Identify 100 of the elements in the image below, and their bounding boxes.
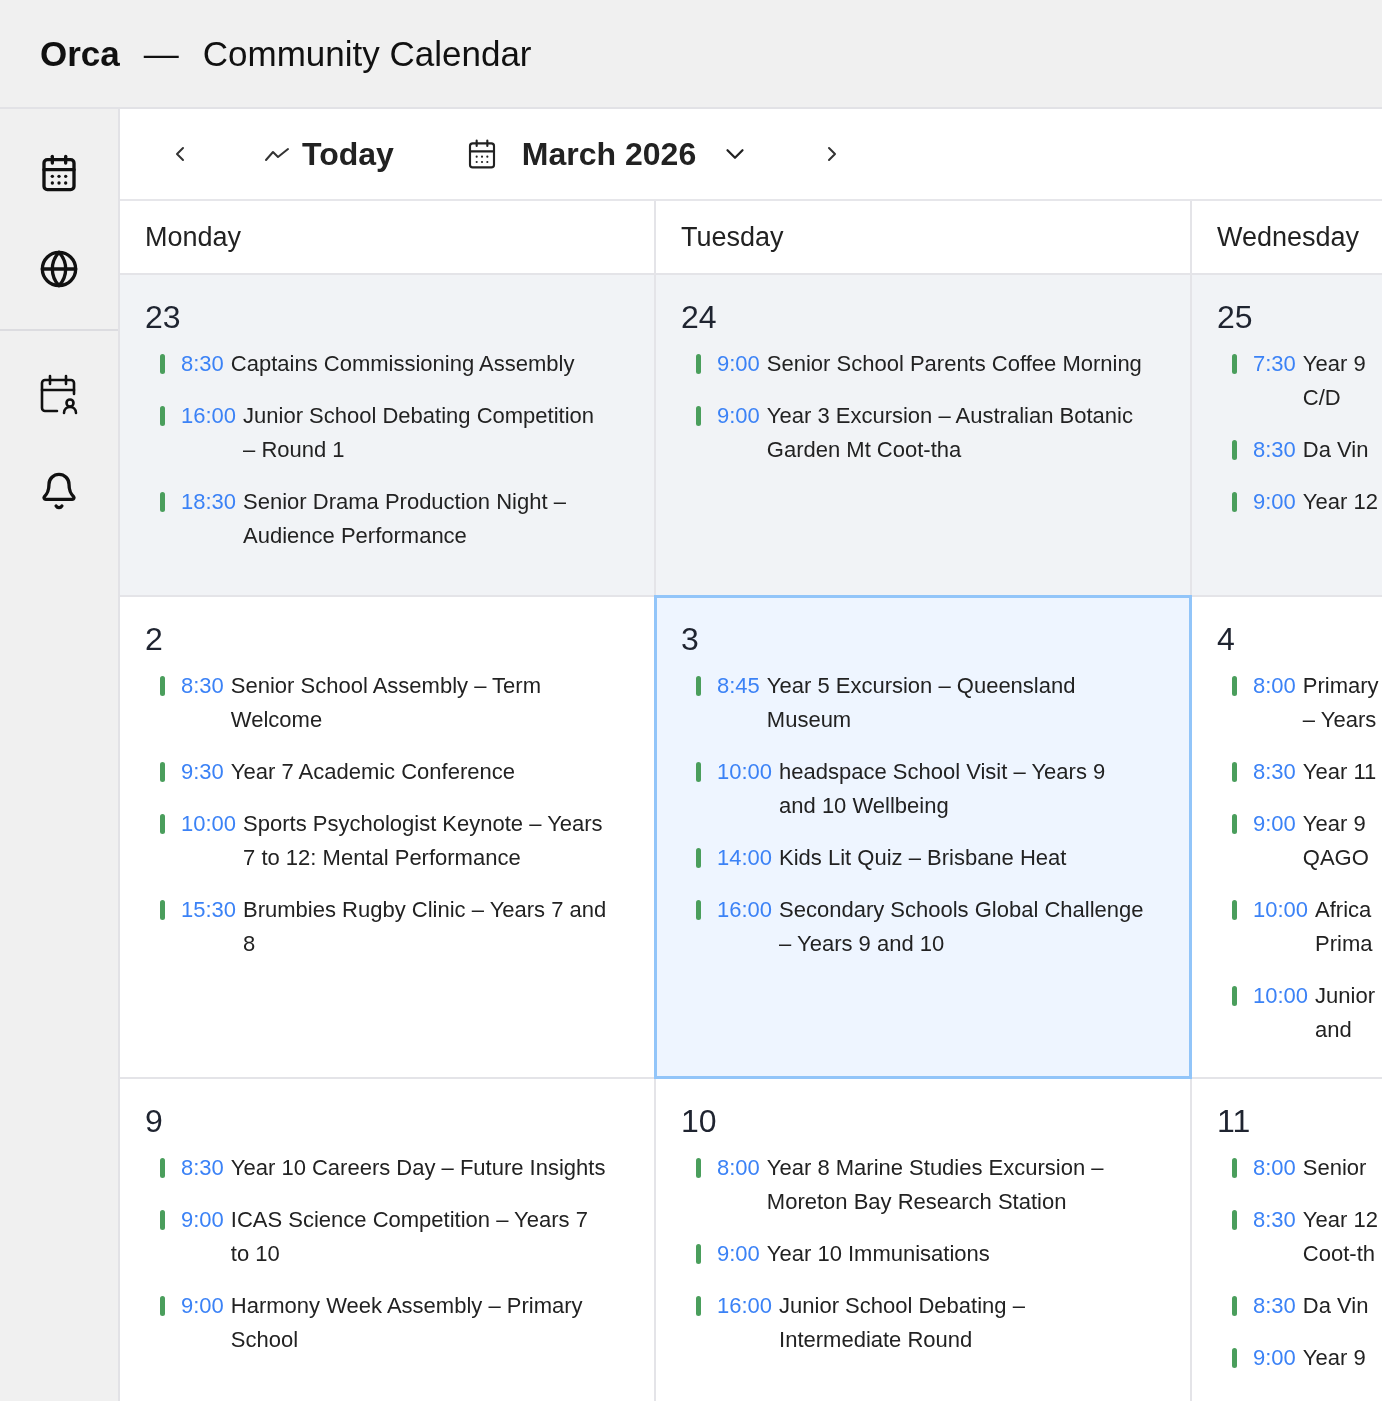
event-marker — [696, 406, 701, 426]
event-title[interactable]: Captains Commissioning Assembly — [230, 347, 575, 381]
day-cell[interactable]: 10 8:00 Year 8 Marine Studies Excursion – Moreton Bay Research Station 9:00 Year 10 Immunisations 16:00 Junior School Debating – Intermediate Round — [656, 1079, 1190, 1401]
event-title[interactable]: Year 10 Immunisations — [766, 1237, 990, 1271]
day-cell[interactable]: 25 7:30 Year 9 C/D 8:30 Da Vin 9:00 Year 12 — [1192, 275, 1382, 595]
event-time[interactable]: 15:30 — [181, 893, 237, 927]
day-cell[interactable]: 24 9:00 Senior School Parents Coffee Morning 9:00 Year 3 Excursion – Australian Botanic Garden Mt Coot-tha — [656, 275, 1190, 595]
event-title[interactable]: Harmony Week Assembly – Primary School — [230, 1289, 610, 1357]
day-cell[interactable]: 3 8:45 Year 5 Excursion – Queensland Museum 10:00 headspace School Visit – Years 9 and 10 Wellbeing 14:00 Kids Lit Quiz – Brisbane Heat 16:00 Secondary Schools Global Challenge – Years 9 and 10 — [656, 597, 1190, 1077]
event-marker — [160, 1210, 165, 1230]
day-number: 24 — [681, 299, 718, 335]
event-title[interactable]: Year 12 Coot-th — [1302, 1203, 1378, 1271]
event-marker — [160, 1158, 165, 1178]
event-time[interactable]: 9:30 — [181, 755, 224, 789]
event-title[interactable]: headspace School Visit – Years 9 and 10 Wellbeing — [779, 755, 1146, 823]
event-marker — [160, 676, 165, 696]
day-number: 23 — [145, 299, 182, 335]
event-title[interactable]: Junior and — [1315, 979, 1375, 1047]
event-title[interactable]: Year 3 Excursion – Australian Botanic Garden Mt Coot-tha — [766, 399, 1146, 467]
today-button[interactable]: Today — [264, 135, 394, 173]
event-title[interactable]: Year 7 Academic Conference — [230, 755, 515, 789]
event-marker — [1232, 814, 1237, 834]
event-marker — [160, 762, 165, 782]
event-title[interactable]: Senior School Parents Coffee Morning — [766, 347, 1142, 381]
day-cell[interactable]: 11 8:00 Senior 8:30 Year 12 Coot-th 8:30 Da Vin 9:00 Year 9 — [1192, 1079, 1382, 1401]
weekday-header: Tuesday — [656, 201, 1190, 273]
event-marker — [1232, 1158, 1237, 1178]
event-title[interactable]: Year 8 Marine Studies Excursion – Moreton Bay Research Station — [766, 1151, 1146, 1219]
app-title: Community Calendar — [202, 33, 532, 74]
event-marker — [696, 762, 701, 782]
notifications-icon[interactable] — [39, 471, 79, 511]
trend-line-icon — [264, 146, 290, 162]
event-marker — [1232, 676, 1237, 696]
app-name: Orca — [40, 33, 120, 74]
event-title[interactable]: Year 9 C/D — [1302, 347, 1366, 415]
event-title[interactable]: Sports Psychologist Keynote – Years 7 to 12: Mental Performance — [243, 807, 610, 875]
event-marker — [160, 406, 165, 426]
event-title[interactable]: Brumbies Rugby Clinic – Years 7 and 8 — [243, 893, 610, 961]
event-marker — [1232, 440, 1237, 460]
day-cell[interactable]: 4 8:00 Primary – Years 8:30 Year 11 9:00 Year 9 QAGO 10:00 Africa Prima 10:00 Junior and — [1192, 597, 1382, 1077]
event-time[interactable]: 16:00 — [717, 1289, 773, 1323]
event-title[interactable]: Year 9 — [1302, 1341, 1366, 1375]
day-number: 2 — [145, 621, 164, 657]
event-marker — [1232, 1348, 1237, 1368]
event-title[interactable]: Secondary Schools Global Challenge – Years 9 and 10 — [779, 893, 1146, 961]
event-time[interactable]: 9:00 — [181, 1289, 224, 1323]
day-cell[interactable]: 2 8:30 Senior School Assembly – Term Welcome 9:30 Year 7 Academic Conference 10:00 Sports Psychologist Keynote – Years 7 to 12: Mental Performance 15:30 Brumbies Rugby Clinic – Years 7 and 8 — [120, 597, 654, 1077]
event-time[interactable]: 9:00 — [717, 1237, 760, 1271]
event-title[interactable]: Junior School Debating Competition – Round 1 — [243, 399, 610, 467]
event-time[interactable]: 10:00 — [1253, 979, 1309, 1013]
event-title[interactable]: Year 11 — [1302, 755, 1377, 789]
event-time[interactable]: 8:30 — [1253, 1203, 1296, 1237]
month-picker[interactable]: March 2026 — [465, 135, 751, 173]
event-marker — [696, 1244, 701, 1264]
event-title[interactable]: Year 9 QAGO — [1302, 807, 1369, 875]
day-cell[interactable]: 23 8:30 Captains Commissioning Assembly 16:00 Junior School Debating Competition – Round 1 18:30 Senior Drama Production Night – Audience Performance — [120, 275, 654, 595]
event-marker — [1232, 762, 1237, 782]
day-number: 25 — [1217, 299, 1254, 335]
event-title[interactable]: Primary – Years — [1302, 669, 1379, 737]
event-time[interactable]: 9:00 — [181, 1203, 224, 1237]
event-title[interactable]: Da Vin — [1302, 433, 1369, 467]
event-marker — [696, 676, 701, 696]
event-time[interactable]: 10:00 — [181, 807, 237, 841]
event-marker — [1232, 1296, 1237, 1316]
event-marker — [1232, 354, 1237, 374]
event-time[interactable]: 8:00 — [1253, 1151, 1296, 1185]
event-title[interactable]: Junior School Debating – Intermediate Round — [779, 1289, 1146, 1357]
event-time[interactable]: 8:00 — [717, 1151, 760, 1185]
event-time[interactable]: 9:00 — [1253, 1341, 1296, 1375]
calendar-person-icon — [39, 374, 79, 416]
event-title[interactable]: Year 12 — [1302, 485, 1378, 519]
day-number: 4 — [1217, 621, 1236, 657]
event-marker — [696, 354, 701, 374]
event-time[interactable]: 8:30 — [1253, 1289, 1296, 1323]
day-cell[interactable]: 9 8:30 Year 10 Careers Day – Future Insights 9:00 ICAS Science Competition – Years 7 to 10 9:00 Harmony Week Assembly – Primary School — [120, 1079, 654, 1401]
globe-icon[interactable] — [39, 249, 79, 289]
event-time[interactable]: 8:30 — [181, 669, 224, 703]
day-number: 11 — [1217, 1103, 1252, 1139]
event-title[interactable]: Senior — [1302, 1151, 1367, 1185]
event-time[interactable]: 8:30 — [181, 1151, 224, 1185]
event-title[interactable]: Kids Lit Quiz – Brisbane Heat — [779, 841, 1067, 875]
event-title[interactable]: ICAS Science Competition – Years 7 to 10 — [230, 1203, 610, 1271]
event-title[interactable]: Da Vin — [1302, 1289, 1369, 1323]
event-time[interactable]: 8:30 — [1253, 755, 1296, 789]
calendar-icon[interactable] — [39, 153, 79, 193]
event-time[interactable]: 8:00 — [1253, 669, 1296, 703]
event-marker — [160, 354, 165, 374]
event-title[interactable]: Year 5 Excursion – Queensland Museum — [766, 669, 1146, 737]
event-marker — [1232, 1210, 1237, 1230]
event-marker — [696, 1158, 701, 1178]
event-title[interactable]: Senior School Assembly – Term Welcome — [230, 669, 610, 737]
event-time[interactable]: 9:00 — [1253, 807, 1296, 841]
event-marker — [696, 848, 701, 868]
calendar-person-button[interactable] — [39, 375, 79, 415]
event-title[interactable]: Senior Drama Production Night – Audience Performance — [243, 485, 610, 553]
day-number: 9 — [145, 1103, 164, 1139]
day-number: 3 — [681, 621, 700, 657]
event-time[interactable]: 10:00 — [1253, 893, 1309, 927]
event-title[interactable]: Africa Prima — [1315, 893, 1373, 961]
event-title[interactable]: Year 10 Careers Day – Future Insights — [230, 1151, 606, 1185]
